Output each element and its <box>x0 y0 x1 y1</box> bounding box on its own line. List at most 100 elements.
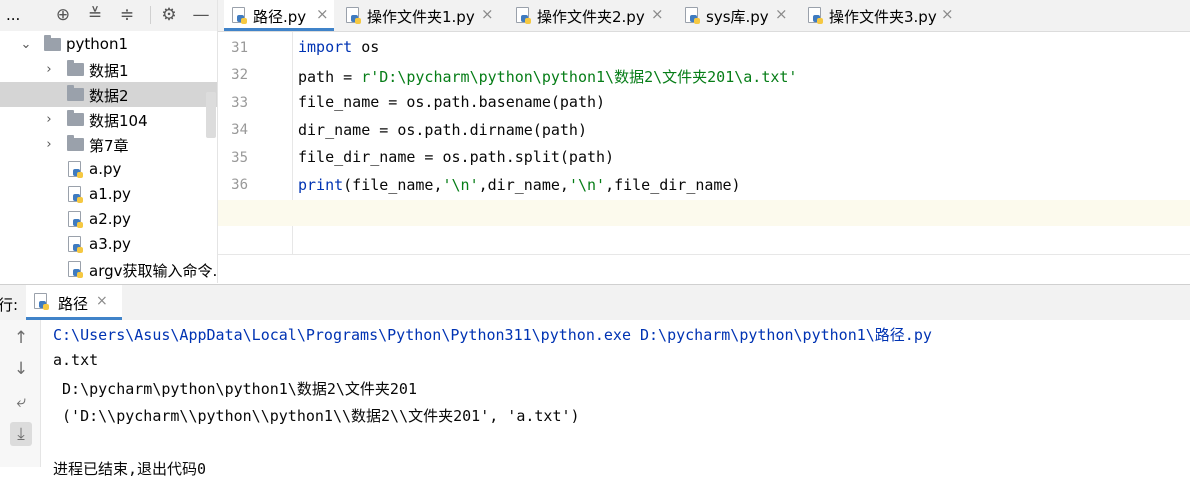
chevron-right-icon[interactable]: › <box>43 57 55 82</box>
close-icon[interactable]: × <box>941 5 954 23</box>
arrow-up-icon[interactable]: ↑ <box>10 326 32 350</box>
code-line-31[interactable]: import os <box>298 38 379 56</box>
line-number: 32 <box>231 67 248 83</box>
python-file-icon <box>808 7 823 24</box>
tree-item-a3-py[interactable]: a3.py <box>0 232 218 257</box>
line-number: 36 <box>231 177 248 193</box>
target-icon[interactable]: ⊕ <box>52 4 74 26</box>
close-icon[interactable]: × <box>316 5 329 23</box>
code-line-35[interactable]: file_dir_name = os.path.split(path) <box>298 148 614 166</box>
tab-folder-op2[interactable]: 操作文件夹2.py × <box>508 0 670 31</box>
tab-sys-lib[interactable]: sys库.py × <box>677 0 795 31</box>
chevron-down-icon[interactable]: ⌄ <box>20 32 32 57</box>
line-number: 33 <box>231 95 248 111</box>
tab-path-py[interactable]: 路径.py × <box>224 0 334 31</box>
tree-item-label: a.py <box>89 160 122 178</box>
code-text: os <box>352 38 380 56</box>
code-line-32[interactable]: path = r'D:\pycharm\python\python1\数据2\文… <box>298 66 797 87</box>
tree-item-label: python1 <box>66 35 129 53</box>
project-title[interactable]: ... <box>6 6 20 24</box>
run-panel-label: 行: <box>0 296 19 314</box>
output-line: ('D:\\pycharm\\python\\python1\\数据2\\文件夹… <box>53 407 580 425</box>
python-file-icon <box>68 211 83 228</box>
folder-icon <box>67 110 84 126</box>
python-file-icon <box>685 7 700 24</box>
tree-item-label: 数据1 <box>89 62 129 80</box>
close-icon[interactable]: × <box>651 5 664 23</box>
code-string: '\n' <box>442 176 479 194</box>
python-file-icon <box>34 293 49 310</box>
gear-icon[interactable]: ⚙ <box>158 4 180 26</box>
tree-item-a1-py[interactable]: a1.py <box>0 182 218 207</box>
tab-label: 操作文件夹1.py <box>367 8 475 26</box>
folder-icon <box>67 60 84 76</box>
toolbar-divider <box>150 6 151 24</box>
tree-item-python1[interactable]: ⌄ python1 <box>0 32 218 57</box>
arrow-down-icon[interactable]: ↓ <box>10 357 32 381</box>
scroll-to-end-icon[interactable]: ⤓ <box>10 422 32 446</box>
output-line: D:\pycharm\python\python1\数据2\文件夹201 <box>53 380 417 398</box>
code-line-33[interactable]: file_name = os.path.basename(path) <box>298 93 605 111</box>
close-icon[interactable]: × <box>775 5 788 23</box>
collapse-all-icon[interactable]: ≚ <box>84 4 106 26</box>
output-line: C:\Users\Asus\AppData\Local\Programs\Pyt… <box>53 326 932 344</box>
python-file-icon <box>346 7 361 24</box>
expand-collapse-icon[interactable]: ≑ <box>116 4 138 26</box>
tree-item-data2[interactable]: 数据2 <box>0 82 218 107</box>
python-file-icon <box>232 7 247 24</box>
python-file-icon <box>68 261 83 278</box>
current-line-highlight <box>218 200 1190 226</box>
editor-tab-bar: 路径.py × 操作文件夹1.py × 操作文件夹2.py × sys库.py … <box>218 0 1190 32</box>
tree-scrollbar[interactable] <box>206 92 216 138</box>
code-text: file_name = os.path.basename(path) <box>298 93 606 111</box>
code-string: '\n' <box>568 176 606 194</box>
tree-item-label: a2.py <box>89 210 131 228</box>
tree-item-label: a1.py <box>89 185 131 203</box>
python-file-icon <box>68 161 83 178</box>
code-text: ,file_dir_name) <box>605 176 741 194</box>
folder-icon <box>67 85 84 101</box>
editor-bottom-area <box>218 254 1190 285</box>
python-file-icon <box>68 236 83 253</box>
soft-wrap-icon[interactable]: ⤶ <box>10 390 32 414</box>
code-string: r'D:\pycharm\python\python1\数据2\文件夹201\a… <box>361 68 798 86</box>
tree-item-label: 第7章 <box>89 137 129 155</box>
output-line: a.txt <box>53 351 99 369</box>
run-tab-label: 路径 <box>58 295 89 313</box>
tree-item-data1[interactable]: › 数据1 <box>0 57 218 82</box>
code-text: file_dir_name = os.path.split(path) <box>298 148 615 166</box>
tree-item-label: 数据104 <box>89 112 148 130</box>
run-side-toolbar: ↑ ↓ ⤶ ⤓ <box>0 320 41 467</box>
code-text: (file_name, <box>343 176 443 194</box>
project-toolbar: ... ⊕ ≚ ≑ ⚙ — <box>0 0 218 32</box>
tree-item-a-py[interactable]: a.py <box>0 157 218 182</box>
tree-item-label: 数据2 <box>89 87 129 105</box>
tree-item-argv-py[interactable]: argv获取输入命令.p <box>0 257 218 282</box>
folder-icon <box>44 35 61 51</box>
tree-item-label: argv获取输入命令.p <box>89 262 218 280</box>
minimize-icon[interactable]: — <box>190 4 212 26</box>
code-keyword: import <box>298 38 353 56</box>
tree-item-chapter7[interactable]: › 第7章 <box>0 132 218 157</box>
tab-label: 操作文件夹3.py <box>829 8 937 26</box>
close-icon[interactable]: × <box>481 5 494 23</box>
code-text: path = <box>298 68 362 86</box>
code-line-36[interactable]: print(file_name,'\n',dir_name,'\n',file_… <box>298 176 741 194</box>
code-text: ,dir_name, <box>478 176 569 194</box>
run-panel-header: 行: 路径 × <box>0 284 1190 321</box>
folder-icon <box>67 135 84 151</box>
tree-item-a2-py[interactable]: a2.py <box>0 207 218 232</box>
python-file-icon <box>516 7 531 24</box>
chevron-right-icon[interactable]: › <box>43 132 55 157</box>
line-number: 31 <box>231 40 248 56</box>
tab-label: sys库.py <box>706 8 769 26</box>
tree-item-label: a3.py <box>89 235 131 253</box>
close-icon[interactable]: × <box>96 293 108 309</box>
tree-item-data104[interactable]: › 数据104 <box>0 107 218 132</box>
tab-folder-op3[interactable]: 操作文件夹3.py × <box>800 0 960 31</box>
chevron-right-icon[interactable]: › <box>43 107 55 132</box>
tab-folder-op1[interactable]: 操作文件夹1.py × <box>338 0 500 31</box>
line-number: 35 <box>231 150 248 166</box>
tab-run-path[interactable]: 路径 × <box>26 285 122 320</box>
code-line-34[interactable]: dir_name = os.path.dirname(path) <box>298 121 587 139</box>
